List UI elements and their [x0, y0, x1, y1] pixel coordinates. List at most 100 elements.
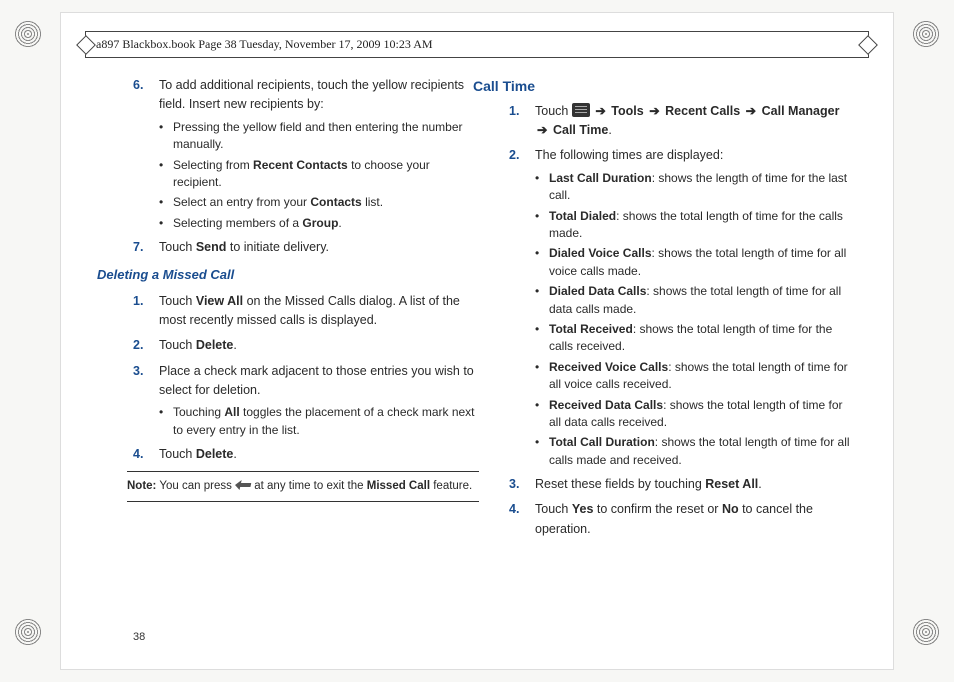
arrow-icon: ➔ [647, 104, 661, 118]
body-text: Reset these fields by touching [535, 477, 705, 491]
bold-term: Recent Calls [665, 104, 740, 118]
bold-term: Received Voice Calls [549, 360, 668, 374]
body-text: Place a check mark adjacent to those ent… [159, 364, 474, 397]
subheading-deleting-missed-call: Deleting a Missed Call [97, 265, 479, 285]
bold-term: Contacts [310, 195, 361, 209]
section-heading-call-time: Call Time [473, 76, 855, 98]
list-item: Pressing the yellow field and then enter… [159, 119, 479, 154]
arrow-icon: ➔ [744, 104, 758, 118]
body-text: You can press [156, 480, 235, 492]
bold-term: Call Time [553, 123, 608, 137]
list-item: 2. Touch Delete. [133, 336, 479, 355]
page-number: 38 [133, 631, 145, 643]
bold-term: Received Data Calls [549, 398, 663, 412]
body-text: Pressing the yellow field and then enter… [173, 120, 463, 151]
right-column: Call Time 1. Touch ➔ Tools ➔ Recent Call… [509, 76, 855, 545]
body-text: Touching [173, 405, 224, 419]
list-item: 2. The following times are displayed: La… [509, 146, 855, 469]
body-text: Touch [159, 240, 196, 254]
registration-mark-icon [14, 618, 42, 646]
list-item: 1. Touch View All on the Missed Calls di… [133, 292, 479, 331]
list-item: Total Dialed: shows the total length of … [535, 208, 855, 243]
bold-term: Reset All [705, 477, 758, 491]
body-text: . [608, 123, 611, 137]
registration-mark-icon [912, 20, 940, 48]
arrow-icon: ➔ [535, 123, 549, 137]
note-label: Note: [127, 480, 156, 492]
list-item: Dialed Data Calls: shows the total lengt… [535, 283, 855, 318]
body-text: To add additional recipients, touch the … [159, 78, 464, 111]
step-number: 4. [509, 500, 519, 519]
body-text: . [758, 477, 761, 491]
body-text: Selecting members of a [173, 216, 302, 230]
body-text: . [233, 338, 236, 352]
bold-term: Dialed Data Calls [549, 284, 646, 298]
body-text: . [233, 447, 236, 461]
bold-term: No [722, 502, 739, 516]
list-item: Selecting members of a Group. [159, 215, 479, 232]
list-item: Selecting from Recent Contacts to choose… [159, 157, 479, 192]
body-text: The following times are displayed: [535, 148, 723, 162]
list-item: Total Call Duration: shows the total len… [535, 434, 855, 469]
note-block: Note: You can press at any time to exit … [127, 476, 479, 500]
list-item: Select an entry from your Contacts list. [159, 194, 479, 211]
body-text: feature. [430, 480, 472, 492]
step-number: 2. [133, 336, 143, 355]
step-number: 2. [509, 146, 519, 165]
bold-term: All [224, 405, 239, 419]
step-number: 6. [133, 76, 143, 95]
left-column: 6. To add additional recipients, touch t… [133, 76, 479, 545]
step-number: 3. [509, 475, 519, 494]
body-text: . [338, 216, 341, 230]
bold-term: Recent Contacts [253, 158, 348, 172]
bold-term: Tools [611, 104, 643, 118]
body-text: Touch [535, 502, 572, 516]
bold-term: Total Received [549, 322, 633, 336]
back-key-icon [234, 480, 252, 490]
list-item: 4. Touch Delete. [133, 445, 479, 464]
page: a897 Blackbox.book Page 38 Tuesday, Nove… [60, 12, 894, 670]
bold-term: Missed Call [367, 480, 430, 492]
step-number: 4. [133, 445, 143, 464]
step-number: 7. [133, 238, 143, 257]
bold-term: Total Call Duration [549, 435, 655, 449]
bold-term: Dialed Voice Calls [549, 246, 652, 260]
registration-mark-icon [912, 618, 940, 646]
list-item: Last Call Duration: shows the length of … [535, 170, 855, 205]
list-item: Received Data Calls: shows the total len… [535, 397, 855, 432]
bold-term: Send [196, 240, 227, 254]
header-text: a897 Blackbox.book Page 38 Tuesday, Nove… [96, 37, 433, 51]
step-number: 3. [133, 362, 143, 381]
list-item: 6. To add additional recipients, touch t… [133, 76, 479, 232]
list-item: 4. Touch Yes to confirm the reset or No … [509, 500, 855, 539]
bold-term: View All [196, 294, 243, 308]
body-text: to initiate delivery. [226, 240, 329, 254]
list-item: 1. Touch ➔ Tools ➔ Recent Calls ➔ Call M… [509, 102, 855, 141]
bold-term: Delete [196, 447, 234, 461]
body-text: Select an entry from your [173, 195, 310, 209]
bold-term: Delete [196, 338, 234, 352]
horizontal-rule [127, 501, 479, 502]
bold-term: Group [302, 216, 338, 230]
bold-term: Yes [572, 502, 594, 516]
body-text: to confirm the reset or [593, 502, 722, 516]
arrow-icon: ➔ [593, 104, 607, 118]
running-header: a897 Blackbox.book Page 38 Tuesday, Nove… [85, 31, 869, 58]
list-item: Received Voice Calls: shows the total le… [535, 359, 855, 394]
step-number: 1. [509, 102, 519, 121]
bold-term: Call Manager [762, 104, 840, 118]
list-item: Touching All toggles the placement of a … [159, 404, 479, 439]
body-text: at any time to exit the [251, 480, 367, 492]
body-text: Touch [159, 338, 196, 352]
bold-term: Total Dialed [549, 209, 616, 223]
content-area: 6. To add additional recipients, touch t… [61, 58, 893, 545]
list-item: 3. Reset these fields by touching Reset … [509, 475, 855, 494]
body-text: list. [362, 195, 383, 209]
list-item: 3. Place a check mark adjacent to those … [133, 362, 479, 440]
body-text: Touch [159, 294, 196, 308]
body-text: Selecting from [173, 158, 253, 172]
list-item: 7. Touch Send to initiate delivery. [133, 238, 479, 257]
list-item: Total Received: shows the total length o… [535, 321, 855, 356]
registration-mark-icon [14, 20, 42, 48]
body-text: Touch [159, 447, 196, 461]
